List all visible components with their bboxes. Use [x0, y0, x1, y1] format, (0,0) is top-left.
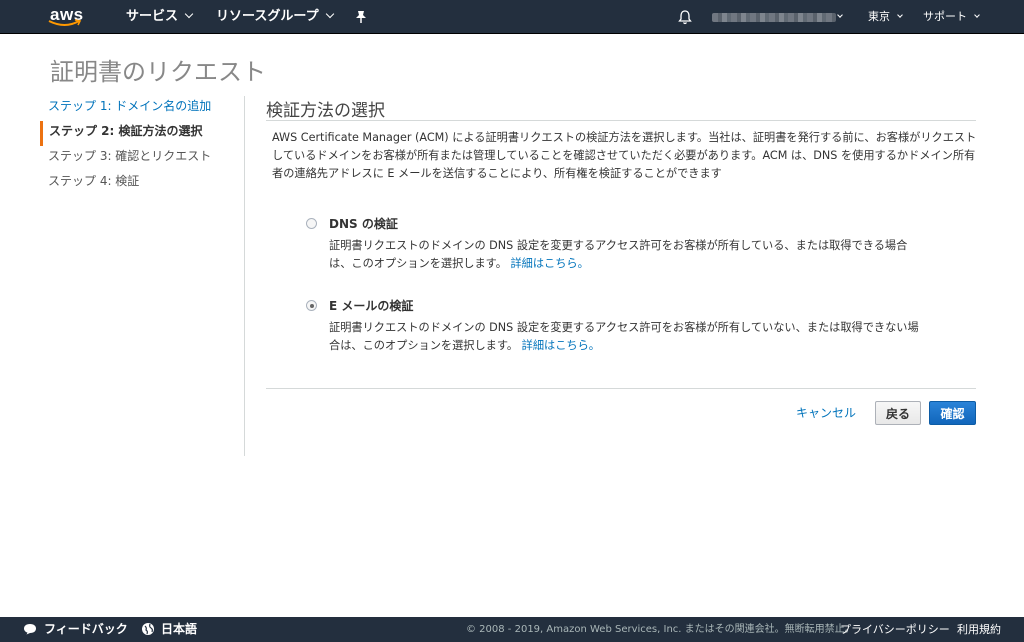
services-menu[interactable]: サービス	[126, 0, 194, 34]
cancel-button[interactable]: キャンセル	[796, 402, 856, 424]
dns-validation-text: 証明書リクエストのドメインの DNS 設定を変更するアクセス許可をお客様が所有し…	[329, 239, 908, 270]
dns-learn-more-link[interactable]: 詳細はこちら。	[510, 257, 588, 270]
footer: フィードバック 日本語 © 2008 - 2019, Amazon Web Se…	[0, 617, 1024, 642]
pin-icon[interactable]	[355, 10, 367, 24]
aws-logo[interactable]: aws	[40, 4, 88, 30]
section-description: AWS Certificate Manager (ACM) による証明書リクエス…	[272, 131, 977, 180]
account-name-redacted[interactable]	[712, 13, 836, 22]
feedback-link[interactable]: フィードバック	[44, 617, 128, 642]
chat-bubble-icon	[24, 624, 36, 635]
email-learn-more-link[interactable]: 詳細はこちら。	[522, 339, 600, 352]
email-validation-title: E メールの検証	[329, 299, 414, 313]
step-2-active: ステップ 2: 検証方法の選択	[40, 121, 240, 146]
services-menu-label: サービス	[126, 9, 179, 24]
support-label: サポート	[923, 10, 967, 23]
sidebar-divider	[244, 96, 245, 456]
section-title: 検証方法の選択	[266, 101, 385, 121]
step-4: ステップ 4: 検証	[48, 174, 140, 188]
chevron-down-icon	[974, 12, 980, 18]
top-nav: aws サービス リソースグループ 東京 サポート	[0, 0, 1024, 34]
section-divider	[266, 120, 976, 121]
back-button[interactable]: 戻る	[875, 401, 921, 425]
chevron-down-icon	[837, 12, 843, 18]
support-menu[interactable]: サポート	[923, 0, 980, 34]
privacy-policy-link[interactable]: プライバシーポリシー	[840, 617, 950, 642]
bell-icon[interactable]	[678, 9, 692, 25]
actions-divider	[266, 388, 976, 389]
wizard-steps: ステップ 1: ドメイン名の追加 ステップ 2: 検証方法の選択 ステップ 3:…	[40, 96, 240, 196]
dns-validation-title: DNS の検証	[329, 217, 398, 231]
globe-icon	[142, 623, 154, 635]
account-menu-caret[interactable]	[837, 0, 843, 34]
email-validation-radio[interactable]	[306, 300, 317, 311]
dns-validation-radio[interactable]	[306, 218, 317, 229]
step-1-link[interactable]: ステップ 1: ドメイン名の追加	[40, 96, 240, 121]
chevron-down-icon	[325, 9, 334, 19]
chevron-down-icon	[897, 12, 903, 18]
page-title: 証明書のリクエスト	[50, 58, 266, 86]
region-label: 東京	[868, 10, 890, 23]
resource-groups-label: リソースグループ	[216, 9, 319, 24]
email-validation-description: 証明書リクエストのドメインの DNS 設定を変更するアクセス許可をお客様が所有し…	[329, 319, 929, 355]
copyright-text: © 2008 - 2019, Amazon Web Services, Inc.…	[466, 624, 855, 635]
email-validation-text: 証明書リクエストのドメインの DNS 設定を変更するアクセス許可をお客様が所有し…	[329, 321, 919, 352]
dns-validation-description: 証明書リクエストのドメインの DNS 設定を変更するアクセス許可をお客様が所有し…	[329, 237, 929, 273]
region-menu[interactable]: 東京	[868, 0, 903, 34]
aws-smile-icon	[48, 19, 82, 26]
confirm-button[interactable]: 確認	[929, 401, 976, 425]
terms-link[interactable]: 利用規約	[957, 617, 1001, 642]
step-3: ステップ 3: 確認とリクエスト	[48, 149, 212, 163]
chevron-down-icon	[184, 9, 194, 19]
resource-groups-menu[interactable]: リソースグループ	[216, 0, 334, 34]
language-selector[interactable]: 日本語	[161, 617, 197, 642]
